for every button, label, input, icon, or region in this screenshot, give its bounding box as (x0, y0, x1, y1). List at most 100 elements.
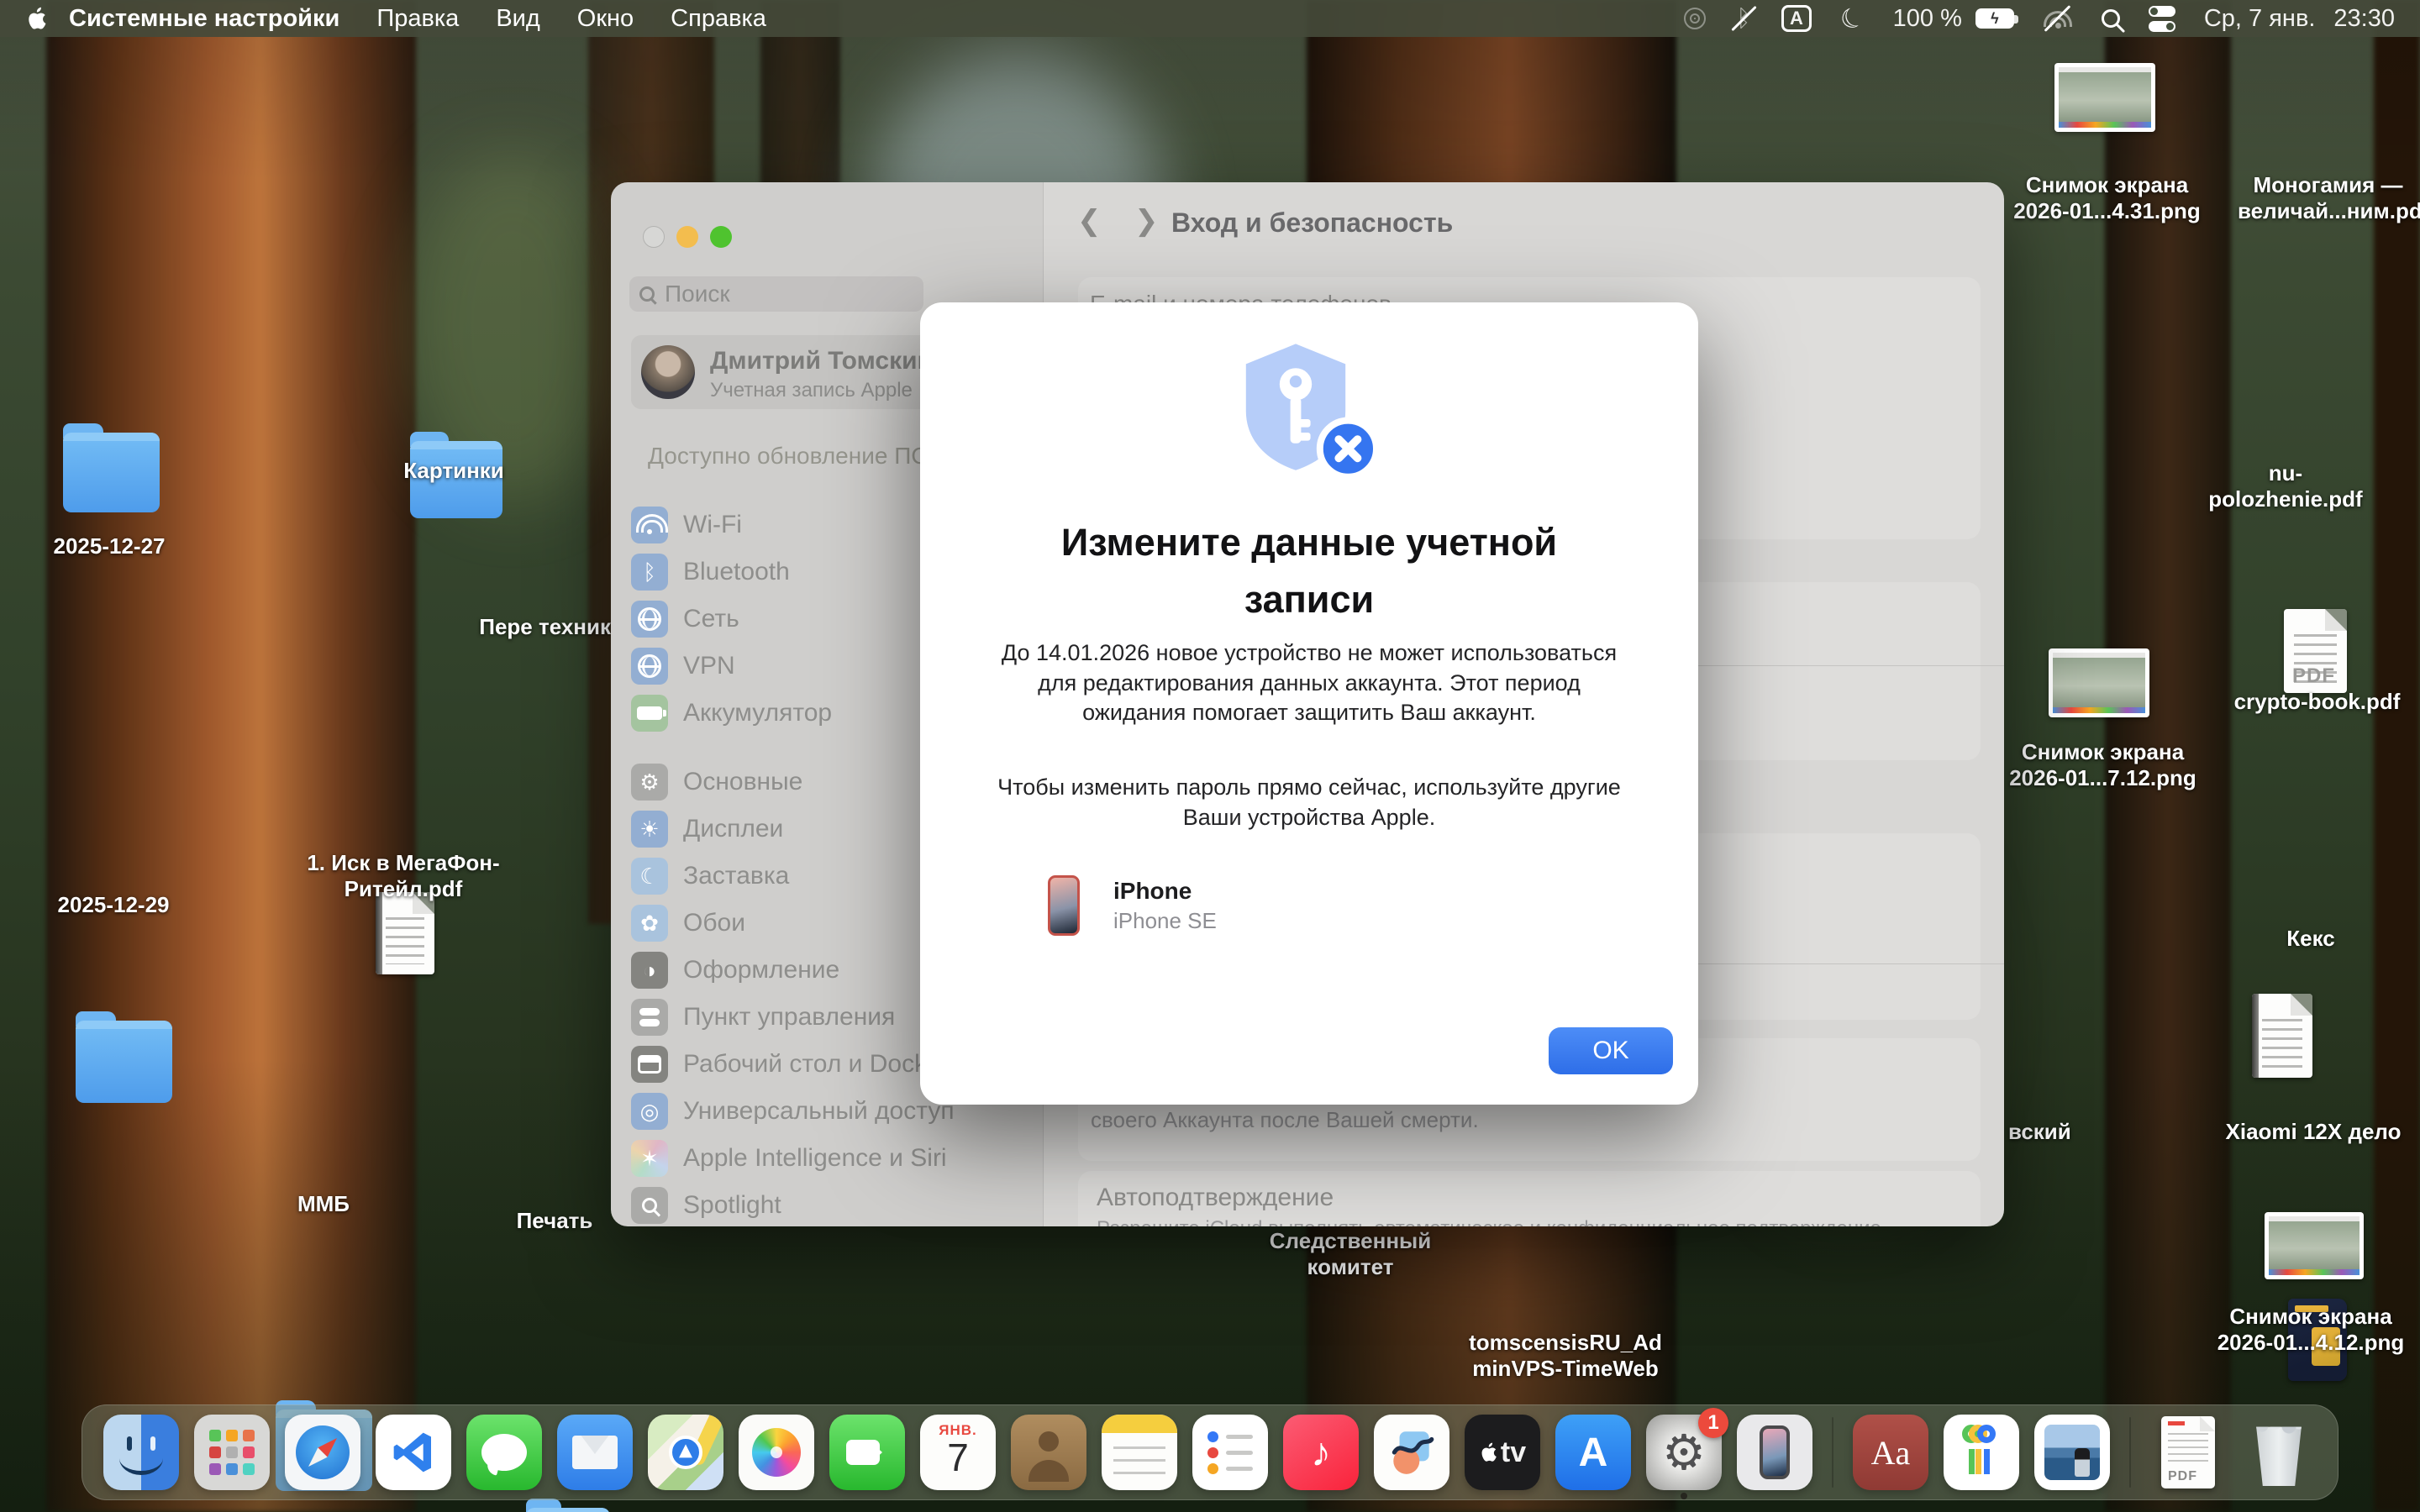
desktop-icon-label[interactable]: 2025-12-29 (17, 892, 210, 918)
menu-date[interactable]: Ср, 7 янв. (2204, 5, 2316, 33)
menu-item-help[interactable]: Справка (671, 5, 766, 33)
keyboard-layout-icon[interactable]: A (1781, 5, 1812, 32)
settings-search-field[interactable] (629, 276, 923, 312)
dock-pdf-document-icon[interactable]: PDF (2150, 1415, 2226, 1490)
notification-badge: 1 (1698, 1408, 1728, 1438)
page-title: Вход и безопасность (1171, 207, 1453, 239)
desktop-icon-label[interactable]: tomscensisRU_AdminVPS-TimeWeb (1460, 1330, 1670, 1381)
desktop-screen: Системные настройки Правка Вид Окно Спра… (0, 0, 2420, 1512)
desktop-icon-label[interactable]: Следственный комитет (1252, 1228, 1449, 1279)
siri-sparkle-icon: ✶ (631, 1140, 668, 1177)
screenshot-file-icon[interactable] (2265, 1212, 2364, 1279)
dock-safari-icon[interactable] (285, 1415, 360, 1490)
flower-icon: ✿ (631, 905, 668, 942)
screenshot-file-icon[interactable] (2054, 63, 2155, 132)
menu-item-window[interactable]: Окно (577, 5, 634, 33)
menu-bar: Системные настройки Правка Вид Окно Спра… (0, 0, 2420, 37)
apple-menu-icon[interactable] (25, 6, 47, 31)
ok-button[interactable]: OK (1549, 1027, 1673, 1074)
sidebar-item-spotlight[interactable]: Spotlight (631, 1182, 1026, 1226)
desktop-icon-label-partial[interactable]: Пере техник (468, 614, 611, 640)
sidebar-item-label: Пункт управления (683, 1003, 895, 1032)
screenshot-file-icon[interactable] (2049, 648, 2149, 717)
dock-screen-sharing-icon[interactable] (2034, 1415, 2110, 1490)
hotspot-icon[interactable] (1684, 8, 1706, 29)
search-input[interactable] (665, 281, 900, 307)
nav-forward-icon[interactable]: ❯ (1134, 204, 1159, 238)
folder-icon[interactable] (76, 1021, 172, 1103)
sidebar-item-label: Рабочий стол и Dock (683, 1050, 927, 1079)
desktop-icon-label[interactable]: Моногамия — величай...ним.pdf (2238, 172, 2418, 223)
menu-item-view[interactable]: Вид (496, 5, 539, 33)
gear-icon: ⚙ (631, 764, 668, 801)
desktop-icon-label[interactable]: Кекс (2223, 926, 2399, 952)
dock-freeform-icon[interactable] (1374, 1415, 1449, 1490)
dock-dictionary-icon[interactable]: Aa (1853, 1415, 1928, 1490)
desktop-icon-label[interactable]: 1. Иск в МегаФон-Ритейл.pdf (298, 850, 508, 901)
menu-app-name[interactable]: Системные настройки (69, 5, 339, 33)
dock-maps-icon[interactable] (648, 1415, 723, 1490)
desktop-icon-label[interactable]: вский (2008, 1119, 2118, 1145)
wifi-icon (631, 507, 668, 543)
sidebar-item-apple-intelligence[interactable]: ✶ Apple Intelligence и Siri (631, 1135, 1026, 1182)
zoom-window-button[interactable] (710, 226, 732, 248)
search-icon (639, 286, 655, 302)
bluetooth-off-icon[interactable]: ᛒ (1734, 4, 1753, 33)
legacy-text: своего Аккаунта после Вашей смерти. (1091, 1107, 1479, 1133)
contrast-icon: ◑ (631, 952, 668, 989)
dock-mail-icon[interactable] (557, 1415, 633, 1490)
dock-reminders-icon[interactable] (1192, 1415, 1268, 1490)
menu-item-edit[interactable]: Правка (376, 5, 459, 33)
dock-trash-icon[interactable] (2241, 1415, 2317, 1490)
focus-moon-icon[interactable]: ☾ (1834, 0, 1870, 38)
desktop-icon-label[interactable]: Снимок экрана 2026-01...4.31.png (2008, 172, 2206, 223)
dock-launchpad-icon[interactable] (194, 1415, 270, 1490)
desktop-icon-label[interactable]: Картинки (361, 458, 546, 484)
desktop-icon-label[interactable]: Снимок экрана 2026-01...4.12.png (2206, 1304, 2416, 1355)
dock-vscode-icon[interactable] (376, 1415, 451, 1490)
tv-glyph: tv (1501, 1436, 1526, 1469)
control-center-icon[interactable] (2149, 6, 2175, 32)
pdf-document-icon[interactable] (2252, 994, 2312, 1078)
device-row[interactable]: iPhone iPhone SE (1048, 875, 1217, 936)
music-note-glyph: ♪ (1311, 1430, 1331, 1476)
toggles-icon (631, 999, 668, 1036)
dock-messages-icon[interactable] (466, 1415, 542, 1490)
dock-photos-icon[interactable] (739, 1415, 814, 1490)
globe-icon (631, 601, 668, 638)
dock-contacts-icon[interactable] (1011, 1415, 1086, 1490)
desktop-icon-label[interactable]: 2025-12-27 (8, 533, 210, 559)
wifi-off-icon[interactable] (2043, 7, 2073, 30)
dock-apple-tv-icon[interactable]: tv (1465, 1415, 1540, 1490)
dock-music-icon[interactable]: ♪ (1283, 1415, 1359, 1490)
desktop-icon-label[interactable]: ММБ (277, 1191, 370, 1217)
desktop-icon-label[interactable]: nu-polozhenie.pdf (2202, 460, 2370, 512)
software-update-notice[interactable]: Доступно обновление ПО (648, 443, 929, 470)
bluetooth-icon: ᛒ (631, 554, 668, 591)
dock-iphone-mirroring-icon[interactable] (1737, 1415, 1812, 1490)
spotlight-search-icon[interactable] (2102, 9, 2120, 28)
sidebar-item-label: Дисплеи (683, 815, 783, 843)
battery-charging-icon[interactable]: ϟ (1975, 8, 2014, 29)
dock-facetime-icon[interactable] (829, 1415, 905, 1490)
desktop-icon-label[interactable]: Xiaomi 12X дело (2208, 1119, 2418, 1145)
desktop-icon-label[interactable]: Печать (483, 1208, 626, 1234)
dock-app-store-icon[interactable]: A (1555, 1415, 1631, 1490)
desktop-icon-label[interactable]: Снимок экрана 2026-01...7.12.png (2004, 739, 2202, 790)
pdf-document-icon[interactable] (376, 892, 434, 974)
folder-icon[interactable] (63, 433, 160, 512)
minimize-window-button[interactable] (676, 226, 698, 248)
folder-icon[interactable] (526, 1508, 610, 1512)
dock-finder-icon[interactable] (103, 1415, 179, 1490)
close-window-button[interactable] (643, 226, 665, 248)
dock-passwords-icon[interactable] (1944, 1415, 2019, 1490)
dock-system-settings-icon[interactable]: ⚙ 1 (1646, 1415, 1722, 1490)
pdf-file-icon[interactable]: PDF (2284, 609, 2347, 693)
sun-icon: ☀ (631, 811, 668, 848)
dock-notes-icon[interactable] (1102, 1415, 1177, 1490)
menu-time[interactable]: 23:30 (2333, 5, 2395, 33)
desktop-icon-label[interactable]: crypto-book.pdf (2227, 689, 2407, 715)
dock-calendar-icon[interactable]: ЯНВ. 7 (920, 1415, 996, 1490)
account-name: Дмитрий Томский (710, 347, 933, 375)
nav-back-icon[interactable]: ❮ (1077, 204, 1102, 238)
